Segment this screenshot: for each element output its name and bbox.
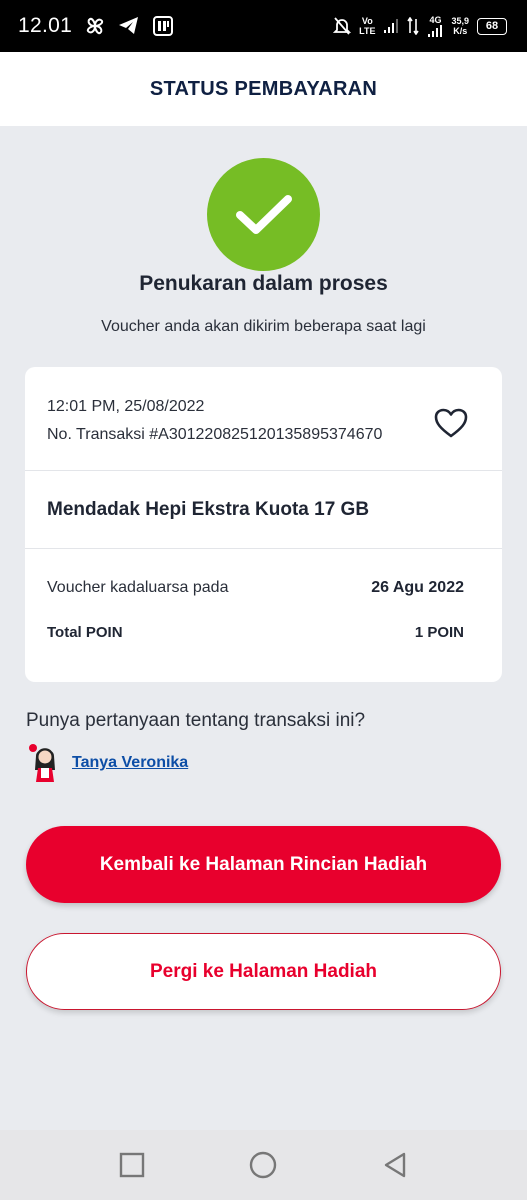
heart-icon	[434, 408, 468, 438]
data-transfer-icon	[407, 17, 420, 35]
favorite-button[interactable]	[429, 403, 473, 443]
points-value: 1 POIN	[414, 624, 464, 641]
product-row: Mendadak Hepi Ekstra Kuota 17 GB	[25, 471, 502, 549]
back-button[interactable]	[380, 1150, 410, 1180]
status-left: 12.01	[18, 14, 174, 38]
success-checkmark-icon	[207, 158, 320, 271]
notifications-off-icon	[333, 16, 352, 36]
pinwheel-icon	[84, 15, 106, 37]
ask-veronika-row[interactable]: Tanya Veronika	[28, 742, 188, 784]
status-subtitle: Voucher anda akan dikirim beberapa saat …	[101, 318, 426, 335]
app-header: STATUS PEMBAYARAN	[0, 52, 527, 126]
back-triangle-icon	[384, 1152, 406, 1178]
telegram-icon	[118, 16, 140, 36]
go-to-rewards-button[interactable]: Pergi ke Halaman Hadiah	[26, 933, 501, 1010]
volte-indicator: Vo LTE	[359, 16, 376, 36]
status-right: Vo LTE 4G 35,9 K/s 68	[333, 15, 507, 37]
product-name: Mendadak Hepi Ekstra Kuota 17 GB	[47, 499, 370, 520]
network-type: 4G	[427, 15, 443, 37]
transaction-datetime: 12:01 PM, 25/08/2022	[47, 398, 205, 415]
back-to-reward-detail-button[interactable]: Kembali ke Halaman Rincian Hadiah	[26, 826, 501, 903]
expiry-label: Voucher kadaluarsa pada	[47, 579, 229, 596]
network-speed: 35,9 K/s	[451, 16, 469, 36]
system-navigation-bar	[0, 1130, 527, 1200]
recent-apps-button[interactable]	[117, 1150, 147, 1180]
ask-veronika-link[interactable]: Tanya Veronika	[72, 754, 188, 772]
signal-icon	[383, 18, 399, 34]
clock: 12.01	[18, 14, 73, 37]
veronika-avatar	[29, 744, 55, 782]
transaction-number: No. Transaksi #A3012208251201358953746​7…	[47, 426, 383, 443]
square-icon	[119, 1152, 145, 1178]
transaction-info: 12:01 PM, 25/08/2022 No. Transaksi #A301…	[25, 367, 502, 471]
battery-icon: 68	[477, 17, 507, 35]
circle-icon	[249, 1151, 277, 1179]
help-question: Punya pertanyaan tentang transaksi ini?	[26, 710, 366, 731]
status-title: Penukaran dalam proses	[139, 272, 388, 295]
transaction-card: 12:01 PM, 25/08/2022 No. Transaksi #A301…	[25, 367, 502, 682]
points-label: Total POIN	[47, 624, 123, 641]
parking-app-icon	[152, 15, 174, 37]
system-status-bar: 12.01 Vo LTE 4G 35,9 K/s 68	[0, 0, 527, 52]
page-title: STATUS PEMBAYARAN	[149, 77, 378, 100]
home-button[interactable]	[248, 1150, 278, 1180]
expiry-value: 26 Agu 2022	[371, 579, 464, 596]
